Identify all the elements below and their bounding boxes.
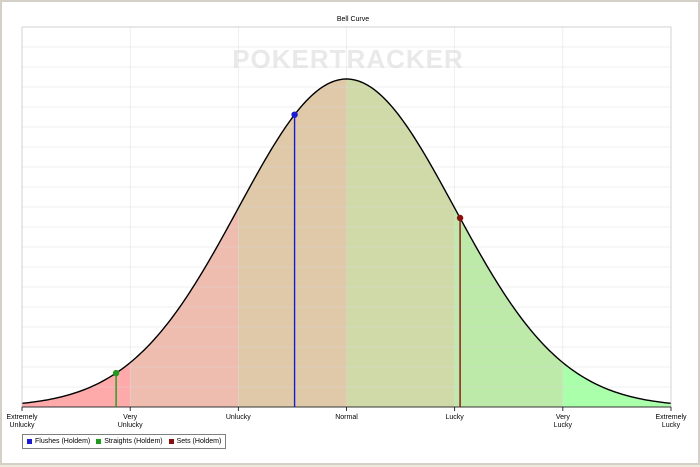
- chart-frame: Bell Curve POKERTRACKER Extremely Unlucky V…: [0, 0, 700, 465]
- chart-title: Bell Curve: [337, 16, 369, 23]
- marker-point-1: [112, 369, 120, 377]
- marker-point-2: [456, 214, 464, 222]
- legend-item: Sets (Holdem): [168, 438, 222, 445]
- legend-swatch: [96, 439, 102, 444]
- chart-area: Bell Curve POKERTRACKER Extremely Unlucky V…: [6, 16, 687, 429]
- band-5: [562, 362, 671, 407]
- legend-swatch: [168, 439, 174, 444]
- x-tick-label: Extremely Unlucky: [6, 414, 38, 429]
- legend-item: Flushes (Holdem): [27, 438, 90, 445]
- x-tick-label: Extremely Lucky: [655, 414, 687, 429]
- legend: Flushes (Holdem) Straights (Holdem) Sets (…: [22, 434, 227, 449]
- x-tick-label: Very Lucky: [554, 414, 573, 429]
- band-2: [238, 79, 347, 407]
- band-0: [22, 362, 131, 407]
- legend-item: Straights (Holdem): [96, 438, 163, 445]
- legend-label: Sets (Holdem): [176, 438, 222, 445]
- watermark-logo: POKERTRACKER: [232, 44, 464, 74]
- marker-point-0: [291, 111, 298, 118]
- legend-label: Straights (Holdem): [104, 438, 163, 445]
- legend-swatch: [27, 439, 32, 444]
- x-tick-label: Lucky: [446, 414, 465, 421]
- x-tick-label: Unlucky: [226, 414, 251, 421]
- x-tick-label: Very Unlucky: [118, 414, 143, 429]
- band-3: [346, 79, 455, 407]
- x-tick-label: Normal: [335, 414, 358, 421]
- legend-label: Flushes (Holdem): [35, 438, 91, 445]
- plot-area: POKERTRACKER Extremely Unlucky Very Unlucky U…: [6, 26, 687, 429]
